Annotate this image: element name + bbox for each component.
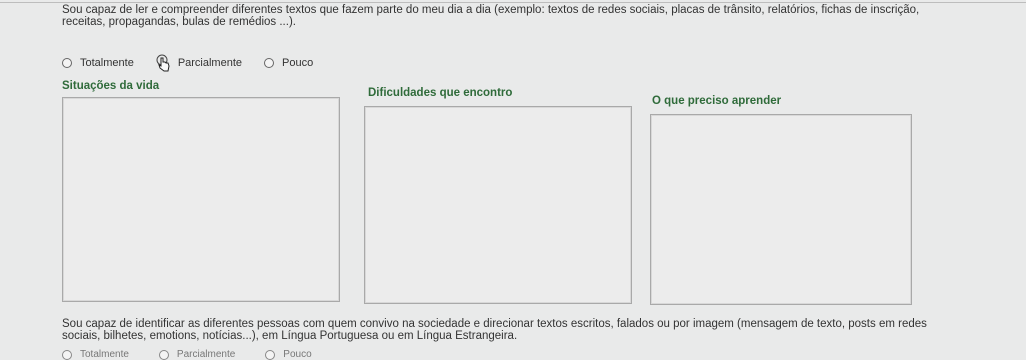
- radio-label: Pouco: [282, 57, 314, 69]
- radio-label: Parcialmente: [177, 57, 243, 69]
- radio-parcialmente-2[interactable]: Parcialmente: [158, 349, 236, 360]
- radio-circle[interactable]: [62, 349, 72, 360]
- radio-circle[interactable]: [265, 349, 276, 360]
- radio-totalmente[interactable]: Totalmente: [62, 57, 134, 69]
- textarea-o-que-preciso-aprender[interactable]: [650, 114, 912, 305]
- radio-label: Totalmente: [80, 57, 134, 69]
- textarea-dificuldades[interactable]: [364, 106, 632, 304]
- radio-pouco-2[interactable]: Pouco: [265, 349, 312, 360]
- question-2-options: Totalmente Parcialmente Pouco: [62, 349, 342, 360]
- question-1-text: Sou capaz de ler e compreender diferente…: [62, 4, 920, 28]
- top-divider: [0, 2, 1026, 3]
- radio-parcialmente[interactable]: Parcialmente: [156, 54, 242, 72]
- label-o-que-preciso-aprender: O que preciso aprender: [652, 95, 782, 107]
- radio-totalmente-2[interactable]: Totalmente: [62, 349, 129, 360]
- radio-pouco[interactable]: Pouco: [264, 57, 313, 69]
- radio-circle[interactable]: [62, 58, 72, 68]
- label-situacoes-da-vida: Situações da vida: [62, 80, 160, 92]
- radio-label: Totalmente: [80, 349, 129, 360]
- textarea-situacoes-da-vida[interactable]: [62, 97, 340, 302]
- label-dificuldades: Dificuldades que encontro: [368, 87, 513, 99]
- question-1-options: Totalmente Parcialmente Pouco: [62, 54, 335, 72]
- radio-label: Pouco: [283, 349, 312, 360]
- radio-label: Parcialmente: [176, 349, 236, 360]
- radio-circle[interactable]: [264, 58, 275, 68]
- radio-circle[interactable]: [158, 349, 169, 360]
- hand-pointer-cursor-icon: [156, 54, 170, 72]
- question-2-text: Sou capaz de identificar as diferentes p…: [62, 318, 927, 342]
